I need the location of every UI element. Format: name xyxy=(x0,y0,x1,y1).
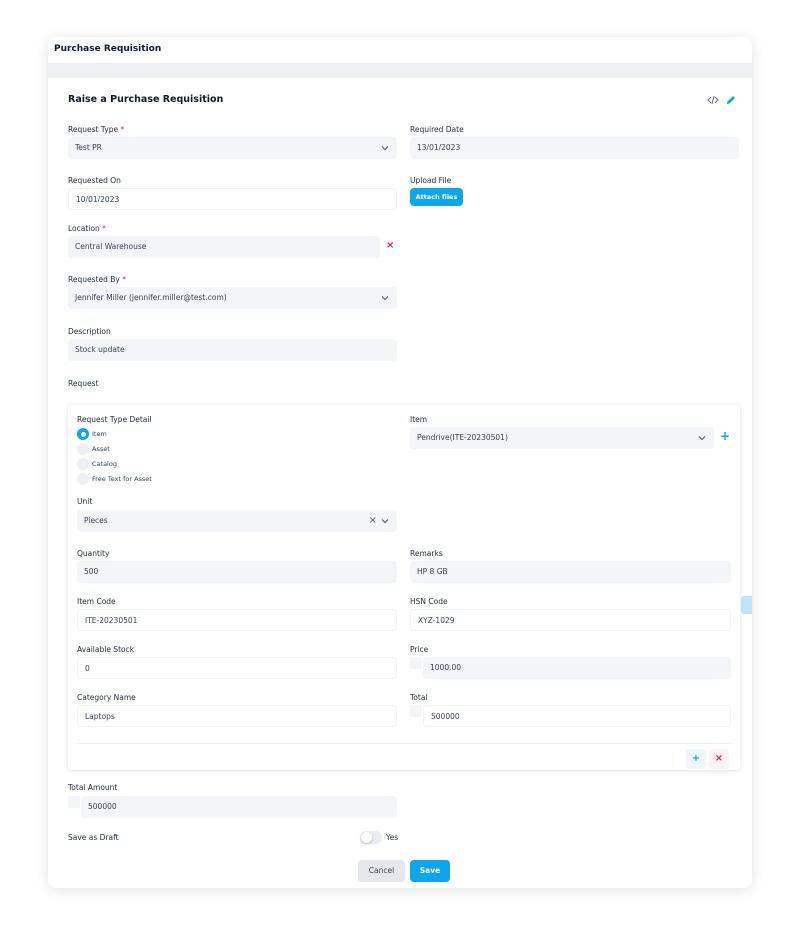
code-icon[interactable] xyxy=(707,91,719,105)
hsn-code-input[interactable]: XYZ-1029 xyxy=(410,609,731,631)
chevron-down-icon xyxy=(381,287,389,309)
remarks-label: Remarks xyxy=(410,549,443,558)
divider xyxy=(77,743,731,744)
location-clear-icon[interactable]: × xyxy=(386,240,394,251)
unit-clear-icon[interactable]: × xyxy=(369,510,377,532)
requested-by-label: Requested By * xyxy=(68,275,126,284)
item-label: Item xyxy=(410,415,428,424)
price-label: Price xyxy=(410,645,429,654)
cancel-button[interactable]: Cancel xyxy=(358,860,405,882)
radio-catalog-label: Catalog xyxy=(92,460,117,468)
total-input[interactable]: 500000 xyxy=(423,705,731,727)
available-stock-input[interactable]: 0 xyxy=(77,657,397,679)
chevron-down-icon xyxy=(381,510,389,532)
total-label: Total xyxy=(410,693,428,702)
window-band xyxy=(48,63,752,78)
save-button[interactable]: Save xyxy=(410,860,450,882)
unit-label: Unit xyxy=(77,497,93,506)
form-title: Raise a Purchase Requisition xyxy=(68,94,224,105)
remarks-input[interactable]: HP 8 GB xyxy=(410,561,731,583)
price-input[interactable]: 1000.00 xyxy=(423,657,731,679)
required-date-label: Required Date xyxy=(410,125,464,134)
form-card: Raise a Purchase Requisition Request Typ… xyxy=(52,79,748,884)
attach-files-button[interactable]: Attach files xyxy=(410,188,463,206)
request-type-detail-label: Request Type Detail xyxy=(77,415,152,424)
price-prefix xyxy=(410,657,422,669)
hsn-code-label: HSN Code xyxy=(410,597,448,606)
save-as-draft-toggle[interactable] xyxy=(360,831,382,844)
add-item-icon[interactable]: + xyxy=(720,429,730,443)
quantity-input[interactable]: 500 xyxy=(77,561,397,583)
unit-select[interactable]: Pieces × xyxy=(77,510,397,532)
save-as-draft-label: Save as Draft xyxy=(68,833,119,842)
request-type-label: Request Type * xyxy=(68,125,125,134)
window-title: Purchase Requisition xyxy=(48,37,752,63)
radio-asset-label: Asset xyxy=(92,445,110,453)
category-name-label: Category Name xyxy=(77,693,136,702)
radio-free-text-asset-label: Free Text for Asset xyxy=(92,475,152,483)
purchase-requisition-window: Purchase Requisition Raise a Purchase Re… xyxy=(48,37,752,888)
item-code-input[interactable]: ITE-20230501 xyxy=(77,609,397,631)
chevron-down-icon xyxy=(381,137,389,159)
total-amount-label: Total Amount xyxy=(68,783,118,792)
add-row-button[interactable]: + xyxy=(686,749,706,769)
radio-catalog[interactable] xyxy=(77,458,89,470)
requested-on-input[interactable]: 10/01/2023 xyxy=(68,188,397,210)
location-label: Location * xyxy=(68,224,106,233)
category-name-input[interactable]: Laptops xyxy=(77,705,397,727)
location-input[interactable]: Central Warehouse xyxy=(68,236,380,258)
request-item-card: Request Type Detail Item Asset Catalog F… xyxy=(68,405,740,770)
total-prefix xyxy=(410,705,422,717)
item-code-label: Item Code xyxy=(77,597,116,606)
available-stock-label: Available Stock xyxy=(77,645,135,654)
description-input[interactable]: Stock update xyxy=(68,339,397,361)
floating-side-tab[interactable] xyxy=(741,596,752,614)
request-type-select[interactable]: Test PR xyxy=(68,137,397,159)
requested-by-select[interactable]: Jennifer Miller (jennifer.miller@test.co… xyxy=(68,287,397,309)
pencil-icon[interactable] xyxy=(725,91,737,104)
radio-free-text-asset[interactable] xyxy=(77,473,89,485)
required-date-input[interactable]: 13/01/2023 xyxy=(410,137,739,159)
total-amount-input[interactable]: 500000 xyxy=(81,796,397,818)
requested-on-label: Requested On xyxy=(68,176,121,185)
radio-asset[interactable] xyxy=(77,443,89,455)
remove-row-button[interactable]: × xyxy=(709,749,729,769)
request-section-label: Request xyxy=(68,379,99,388)
save-as-draft-toggle-label: Yes xyxy=(386,833,399,842)
radio-item-label: Item xyxy=(92,430,107,438)
description-label: Description xyxy=(68,327,111,336)
chevron-down-icon xyxy=(698,427,706,449)
total-amount-prefix xyxy=(68,796,80,808)
item-select[interactable]: Pendrive(ITE-20230501) xyxy=(410,427,714,449)
upload-file-label: Upload File xyxy=(410,176,452,185)
radio-item[interactable] xyxy=(77,428,89,440)
quantity-label: Quantity xyxy=(77,549,110,558)
